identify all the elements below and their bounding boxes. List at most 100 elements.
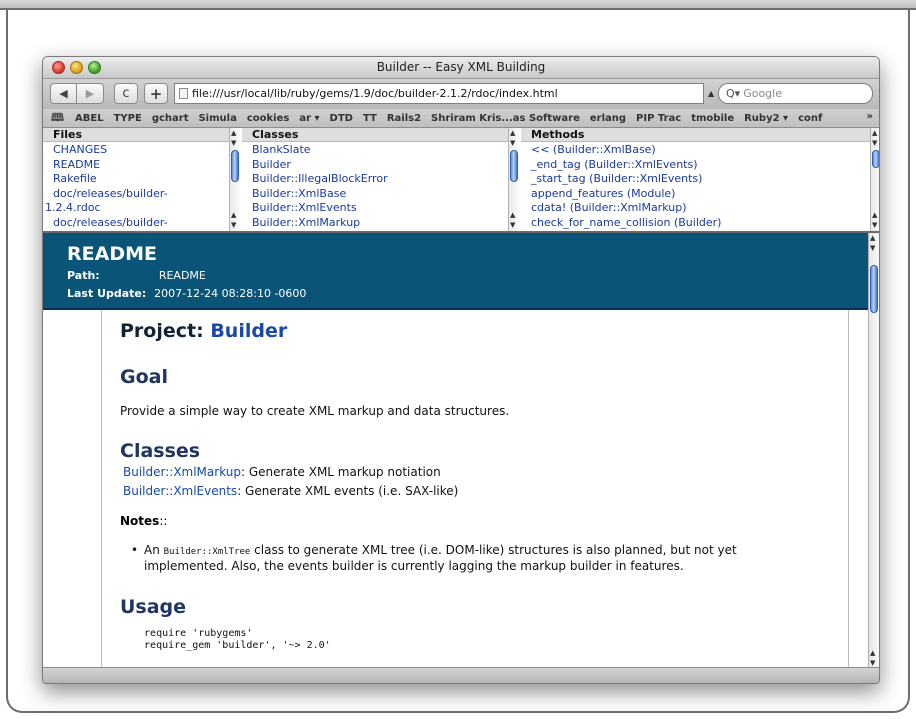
browser-toolbar: ◀ ▶ c + file:///usr/local/lib/ruby/gems/… bbox=[43, 79, 879, 109]
bookmark-item[interactable]: gchart bbox=[152, 113, 189, 124]
file-header-banner: README Path: README Last Update: 2007-12… bbox=[43, 233, 870, 310]
bookmarks-book-icon[interactable]: 🕮 bbox=[51, 109, 67, 127]
bookmark-item[interactable]: ABEL bbox=[75, 113, 104, 124]
methods-frame: Methods << (Builder::XmlBase) _end_tag (… bbox=[521, 128, 879, 231]
scroll-down-arrow-icon[interactable]: ▼ bbox=[231, 221, 236, 229]
file-link[interactable]: doc/releases/builder- bbox=[53, 187, 240, 202]
method-link[interactable]: _start_tag (Builder::XmlEvents) bbox=[531, 172, 879, 187]
bookmarks-overflow-icon[interactable]: » bbox=[867, 111, 873, 122]
notes-label-suffix: :: bbox=[159, 514, 168, 528]
scroll-up-arrow-icon[interactable]: ▲ bbox=[870, 649, 875, 657]
window-title: Builder -- Easy XML Building bbox=[376, 60, 546, 74]
classes-scroll-thumb[interactable] bbox=[510, 150, 518, 182]
methods-scrollbar[interactable]: ▲ ▼ ▲ ▼ bbox=[870, 128, 879, 231]
file-link[interactable]: CHANGES bbox=[53, 143, 240, 158]
search-placeholder: Google bbox=[743, 87, 782, 100]
scroll-up-arrow-icon[interactable]: ▲ bbox=[231, 129, 236, 137]
scroll-down-arrow-icon[interactable]: ▼ bbox=[872, 139, 877, 147]
status-bar bbox=[43, 667, 879, 683]
class-link[interactable]: Builder::XmlEvents bbox=[252, 201, 519, 216]
notes-label-bold: Notes bbox=[120, 514, 160, 528]
forward-arrow-icon: ▶ bbox=[85, 87, 95, 100]
method-link[interactable]: append_features (Module) bbox=[531, 187, 879, 202]
bookmark-item[interactable]: Ruby2 ▾ bbox=[744, 113, 788, 124]
scroll-up-arrow-icon[interactable]: ▲ bbox=[510, 129, 515, 137]
method-link[interactable]: _end_tag (Builder::XmlEvents) bbox=[531, 158, 879, 173]
bookmark-item[interactable]: Shriram Kris...as Software bbox=[431, 113, 580, 124]
method-link[interactable]: check_for_name_collision (Builder) bbox=[531, 216, 879, 231]
bookmark-item[interactable]: DTD bbox=[330, 113, 353, 124]
scroll-down-arrow-icon[interactable]: ▼ bbox=[872, 221, 877, 229]
reload-icon: c bbox=[122, 86, 130, 101]
files-scroll-thumb[interactable] bbox=[231, 150, 239, 182]
class-link[interactable]: BlankSlate bbox=[252, 143, 519, 158]
scroll-up-arrow-icon[interactable]: ▲ bbox=[870, 234, 875, 242]
path-value: README bbox=[158, 269, 206, 282]
address-dropdown-icon[interactable]: ▲ bbox=[708, 89, 714, 98]
project-link[interactable]: Builder bbox=[210, 320, 287, 342]
files-list: CHANGES README Rakefile doc/releases/bui… bbox=[43, 142, 240, 231]
file-link[interactable]: Rakefile bbox=[53, 172, 240, 187]
bookmark-item[interactable]: PIP Trac bbox=[636, 113, 681, 124]
usage-code-block: require 'rubygems' require_gem 'builder'… bbox=[144, 628, 331, 651]
classes-heading: Classes bbox=[120, 440, 201, 462]
xmlevents-link[interactable]: Builder::XmlEvents bbox=[123, 484, 237, 498]
methods-scroll-thumb[interactable] bbox=[872, 150, 879, 168]
xmlevents-description: : Generate XML events (i.e. SAX-like) bbox=[237, 484, 459, 498]
title-bar[interactable]: Builder -- Easy XML Building bbox=[43, 57, 879, 79]
scroll-up-arrow-icon[interactable]: ▲ bbox=[872, 211, 877, 219]
browser-window: Builder -- Easy XML Building ◀ ▶ c + fil… bbox=[42, 56, 880, 684]
classes-frame: Classes BlankSlate Builder Builder::Ille… bbox=[242, 128, 519, 231]
files-scrollbar[interactable]: ▲ ▼ ▲ ▼ bbox=[229, 128, 240, 231]
search-field[interactable]: Q▾ Google bbox=[718, 83, 873, 104]
bookmark-item[interactable]: TT bbox=[363, 113, 377, 124]
bookmark-item[interactable]: tmobile bbox=[691, 113, 734, 124]
bookmark-item[interactable]: Rails2 bbox=[387, 113, 421, 124]
xmlmarkup-link[interactable]: Builder::XmlMarkup bbox=[123, 465, 241, 479]
reload-button[interactable]: c bbox=[114, 83, 138, 104]
goal-text: Provide a simple way to create XML marku… bbox=[120, 404, 510, 418]
bookmark-item[interactable]: ar ▾ bbox=[299, 113, 319, 124]
scroll-down-arrow-icon[interactable]: ▼ bbox=[870, 244, 875, 252]
bookmark-item[interactable]: conf bbox=[798, 113, 822, 124]
address-bar[interactable]: file:///usr/local/lib/ruby/gems/1.9/doc/… bbox=[174, 83, 704, 104]
class-link[interactable]: Builder::XmlBase bbox=[252, 187, 519, 202]
scroll-up-arrow-icon[interactable]: ▲ bbox=[231, 211, 236, 219]
method-link[interactable]: << (Builder::XmlBase) bbox=[531, 143, 879, 158]
bullet-code: Builder::XmlTree bbox=[163, 547, 251, 557]
document-scrollbar[interactable]: ▲ ▼ ▲ ▼ bbox=[868, 233, 879, 669]
bookmark-item[interactable]: erlang bbox=[590, 113, 626, 124]
scroll-down-arrow-icon[interactable]: ▼ bbox=[870, 659, 875, 667]
file-link[interactable]: README bbox=[53, 158, 240, 173]
slide-frame: Builder -- Easy XML Building ◀ ▶ c + fil… bbox=[0, 0, 916, 719]
classes-scrollbar[interactable]: ▲ ▼ ▲ ▼ bbox=[508, 128, 519, 231]
last-update-value: 2007-12-24 08:28:10 -0600 bbox=[154, 287, 307, 300]
last-update-row: Last Update: 2007-12-24 08:28:10 -0600 bbox=[67, 287, 306, 300]
forward-button[interactable]: ▶ bbox=[77, 83, 104, 104]
file-link[interactable]: doc/releases/builder- bbox=[53, 216, 240, 231]
class-link[interactable]: Builder::XmlMarkup bbox=[252, 216, 519, 231]
files-header: Files bbox=[43, 128, 240, 142]
class-link[interactable]: Builder bbox=[252, 158, 519, 173]
document-icon bbox=[179, 88, 188, 99]
back-button[interactable]: ◀ bbox=[50, 83, 77, 104]
rdoc-index-frames: Files CHANGES README Rakefile doc/releas… bbox=[43, 128, 879, 233]
xmlmarkup-description: : Generate XML markup notiation bbox=[241, 465, 441, 479]
bookmark-item[interactable]: TYPE bbox=[114, 113, 142, 124]
bookmark-item[interactable]: Simula bbox=[198, 113, 236, 124]
bookmark-item[interactable]: cookies bbox=[247, 113, 289, 124]
scroll-down-arrow-icon[interactable]: ▼ bbox=[510, 139, 515, 147]
scroll-up-arrow-icon[interactable]: ▲ bbox=[872, 129, 877, 137]
file-link[interactable]: 1.2.4.rdoc bbox=[45, 201, 240, 216]
class-description-row: Builder::XmlMarkup: Generate XML markup … bbox=[123, 465, 441, 479]
document-scroll-thumb[interactable] bbox=[870, 265, 878, 313]
add-bookmark-button[interactable]: + bbox=[144, 83, 168, 104]
scroll-down-arrow-icon[interactable]: ▼ bbox=[231, 139, 236, 147]
plus-icon: + bbox=[149, 84, 163, 103]
methods-header: Methods bbox=[521, 128, 879, 142]
scroll-up-arrow-icon[interactable]: ▲ bbox=[510, 211, 515, 219]
method-link[interactable]: cdata! (Builder::XmlMarkup) bbox=[531, 201, 879, 216]
scroll-down-arrow-icon[interactable]: ▼ bbox=[510, 221, 515, 229]
path-row: Path: README bbox=[67, 269, 206, 282]
class-link[interactable]: Builder::IllegalBlockError bbox=[252, 172, 519, 187]
